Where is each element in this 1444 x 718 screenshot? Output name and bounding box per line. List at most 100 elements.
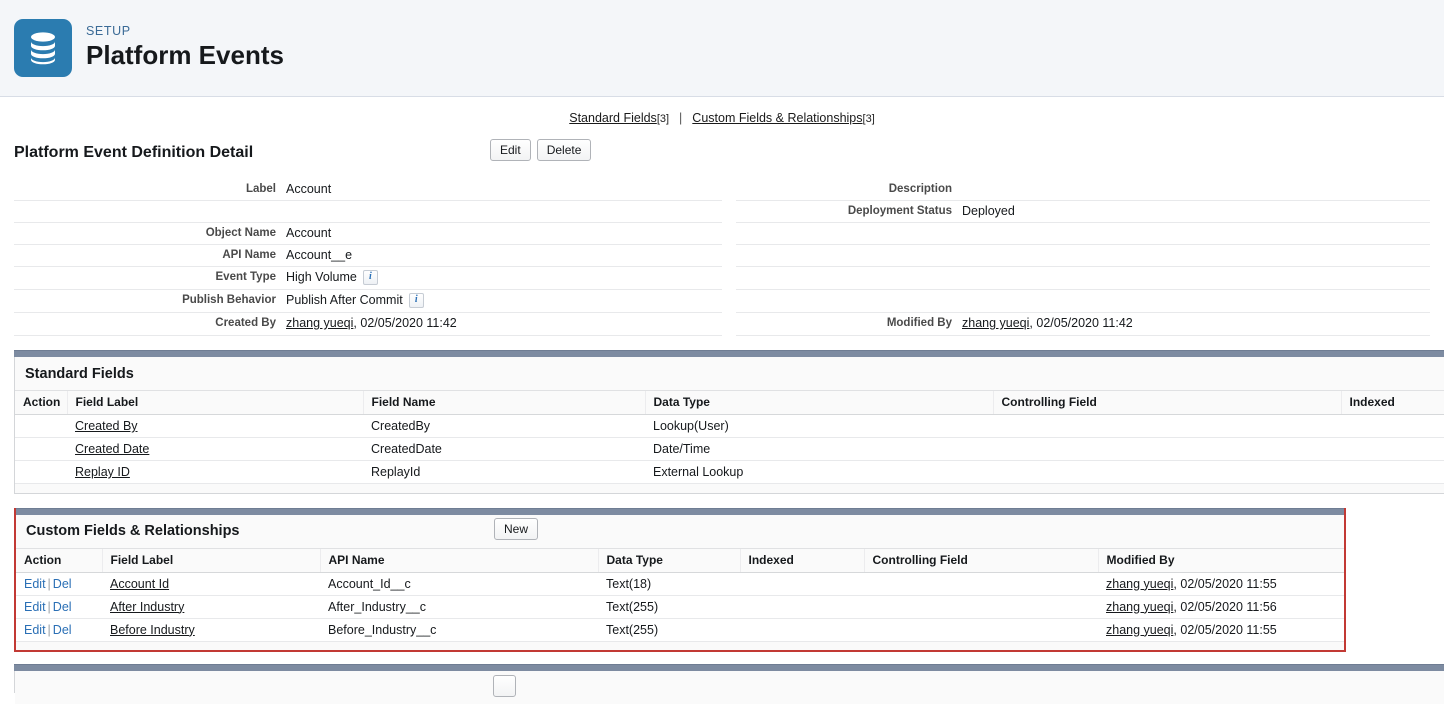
new-button[interactable]: New	[494, 517, 539, 540]
created-by-user-link[interactable]: zhang yueqi	[286, 313, 353, 333]
modified-by-user-link[interactable]: zhang yueqi	[1106, 600, 1173, 614]
field-label-link[interactable]: Created Date	[75, 442, 149, 456]
jump-link-standard-fields[interactable]: Standard Fields	[569, 111, 657, 125]
row-edit-link[interactable]: Edit	[24, 600, 46, 614]
edit-button[interactable]: Edit	[490, 139, 531, 161]
cell-action: Edit | Del	[16, 595, 102, 619]
detail-column-left: Label Account Object Name Account API Na…	[14, 179, 722, 336]
detail-value: Account__e	[286, 248, 353, 262]
detail-label: API Name	[222, 249, 276, 261]
field-label-link[interactable]: Created By	[75, 419, 138, 433]
jump-link-standard-fields-count: [3]	[656, 113, 670, 125]
cell-indexed	[1341, 437, 1444, 461]
detail-row-object-name: Object Name Account	[14, 223, 722, 245]
cell-action	[15, 460, 67, 484]
delete-button[interactable]: Delete	[536, 139, 592, 161]
detail-value: Account	[286, 226, 332, 240]
detail-label: Deployment Status	[847, 205, 952, 217]
field-label-link[interactable]: Replay ID	[75, 465, 130, 479]
modified-by-user-link[interactable]: zhang yueqi	[1106, 577, 1173, 591]
column-header-field-label: Field Label	[66, 390, 363, 415]
jump-link-custom-fields[interactable]: Custom Fields & Relationships	[692, 111, 862, 125]
detail-row-blank	[736, 290, 1430, 313]
modified-by-user-link[interactable]: zhang yueqi	[1106, 623, 1173, 637]
custom-fields-header: Custom Fields & Relationships New	[16, 514, 1344, 548]
cell-field-label: Created By	[67, 414, 363, 438]
cell-controlling-field	[864, 618, 1098, 642]
detail-row-label: Label Account	[14, 179, 722, 201]
modified-by-timestamp: , 02/05/2020 11:55	[1173, 576, 1277, 591]
row-edit-link[interactable]: Edit	[24, 623, 46, 637]
next-section-partial	[14, 664, 1444, 704]
detail-row-event-type: Event Type High Volume i	[14, 267, 722, 290]
cell-modified-by: zhang yueqi, 02/05/2020 11:55	[1098, 618, 1344, 642]
standard-fields-section: Standard Fields Action Field Label Field…	[14, 350, 1444, 494]
table-row: Edit | Del Before Industry Before_Industry…	[16, 618, 1344, 642]
cell-data-type: Text(255)	[598, 618, 740, 642]
row-delete-link[interactable]: Del	[53, 600, 72, 614]
detail-value-wrap: zhang yueqi, 02/05/2020 11:42	[286, 313, 722, 333]
detail-row-blank	[736, 223, 1430, 245]
detail-label: Publish Behavior	[182, 294, 276, 306]
cell-api-name: Account_Id__c	[320, 572, 598, 596]
platform-event-definition-detail: Platform Event Definition Detail Edit De…	[0, 135, 1444, 336]
field-label-link[interactable]: After Industry	[110, 600, 184, 614]
detail-label: Label	[245, 183, 276, 195]
next-section-button[interactable]	[493, 675, 517, 697]
database-icon	[14, 19, 72, 77]
modified-by-user-link[interactable]: zhang yueqi	[962, 313, 1029, 333]
cell-data-type: External Lookup	[645, 460, 993, 484]
row-delete-link[interactable]: Del	[53, 577, 72, 591]
table-row: Edit | Del After Industry After_Industry__…	[16, 595, 1344, 619]
row-edit-link[interactable]: Edit	[24, 577, 46, 591]
standard-fields-header: Standard Fields	[15, 357, 1444, 390]
cell-indexed	[1341, 414, 1444, 438]
cell-field-name: CreatedBy	[363, 414, 645, 438]
custom-fields-table: Action Field Label API Name Data Type In…	[16, 547, 1344, 650]
cell-indexed	[740, 618, 864, 642]
action-separator: |	[47, 622, 51, 637]
column-header-indexed: Indexed	[1340, 390, 1444, 415]
standard-fields-title: Standard Fields	[25, 365, 134, 382]
detail-row-created-by: Created By zhang yueqi, 02/05/2020 11:42	[14, 313, 722, 336]
detail-value-wrap: zhang yueqi, 02/05/2020 11:42	[962, 313, 1430, 333]
info-icon[interactable]: i	[362, 269, 378, 285]
custom-fields-title: Custom Fields & Relationships	[26, 523, 240, 539]
cell-api-name: After_Industry__c	[320, 595, 598, 619]
detail-header: Platform Event Definition Detail Edit De…	[14, 135, 1430, 171]
detail-label: Object Name	[205, 227, 276, 239]
standard-fields-table: Action Field Label Field Name Data Type …	[15, 390, 1444, 493]
cell-controlling-field	[993, 460, 1341, 484]
cell-indexed	[1341, 460, 1444, 484]
cell-data-type: Lookup(User)	[645, 414, 993, 438]
cell-action: Edit | Del	[16, 618, 102, 642]
cell-data-type: Date/Time	[645, 437, 993, 461]
detail-title: Platform Event Definition Detail	[14, 144, 254, 161]
standard-fields-body: Standard Fields Action Field Label Field…	[14, 357, 1444, 494]
cell-field-label: Before Industry	[102, 618, 320, 642]
info-icon[interactable]: i	[408, 292, 424, 308]
detail-row-blank	[736, 267, 1430, 290]
cell-field-label: Created Date	[67, 437, 363, 461]
field-label-link[interactable]: Before Industry	[110, 623, 195, 637]
modified-by-timestamp: , 02/05/2020 11:56	[1173, 599, 1277, 614]
column-header-field-name: Field Name	[362, 390, 645, 415]
page-title: Platform Events	[86, 40, 284, 71]
detail-row-blank	[736, 245, 1430, 267]
table-header-row: Action Field Label Field Name Data Type …	[15, 390, 1444, 415]
header-titles: SETUP Platform Events	[86, 24, 284, 72]
row-delete-link[interactable]: Del	[53, 623, 72, 637]
detail-row-api-name: API Name Account__e	[14, 245, 722, 267]
table-footer-spacer	[16, 641, 1344, 650]
cell-controlling-field	[864, 595, 1098, 619]
table-footer-spacer	[15, 483, 1444, 493]
detail-label: Description	[888, 183, 952, 195]
next-section-header-actions	[493, 675, 517, 697]
cell-action	[15, 414, 67, 438]
detail-row-deployment-status: Deployment Status Deployed	[736, 201, 1430, 223]
cell-field-label: After Industry	[102, 595, 320, 619]
cell-field-name: CreatedDate	[363, 437, 645, 461]
jump-links: Standard Fields[3] | Custom Fields & Relat…	[0, 97, 1444, 135]
cell-field-name: ReplayId	[363, 460, 645, 484]
field-label-link[interactable]: Account Id	[110, 577, 169, 591]
